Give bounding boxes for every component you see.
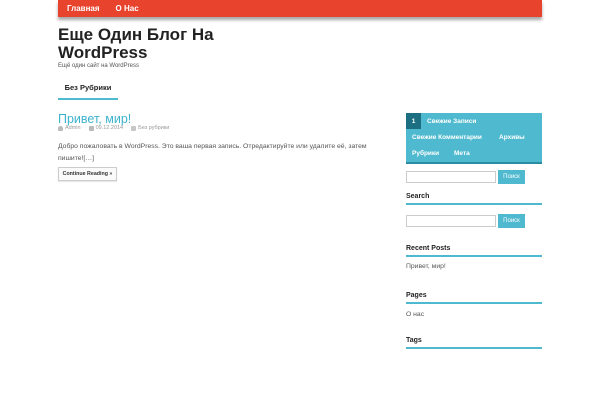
sidebar-tabs: 1 Свежие Записи Свежие Комментарии Архив… [406,113,542,162]
search-input-2[interactable] [406,215,496,227]
post-date: 09.12.2014 [95,125,124,131]
search-button-1[interactable]: Поиск [498,170,525,184]
widget-title-tags: Tags [406,337,542,349]
folder-icon [131,125,137,131]
nav-home-link[interactable]: Главная [58,0,107,17]
post-category[interactable]: Без рубрики [138,125,169,131]
widget-title-recent-posts: Recent Posts [406,245,542,257]
search-input-1[interactable] [406,171,496,183]
user-icon [58,125,63,131]
tab-meta[interactable]: Мета [454,145,470,162]
tab-archives[interactable]: Архивы [499,129,525,146]
post-meta: Admin 09.12.2014 Без рубрики [58,125,169,131]
site-tagline: Ещё один сайт на WordPress [58,63,139,69]
tab-recent-comments[interactable]: Свежие Комментарии [412,129,482,146]
calendar-icon [88,125,94,131]
page-link-about[interactable]: О нас [406,311,424,318]
site-title[interactable]: Еще Один Блог На WordPress [58,26,258,62]
top-navigation: Главная О Нас [58,0,542,17]
post-author[interactable]: Admin [65,125,81,131]
nav-about-link[interactable]: О Нас [107,0,146,17]
search-button-2[interactable]: Поиск [498,214,525,228]
continue-reading-button[interactable]: Continue Reading » [58,167,117,181]
category-nav-item[interactable]: Без Рубрики [58,82,118,100]
tab-categories[interactable]: Рубрики [412,145,439,162]
tab-recent-posts[interactable]: Свежие Записи [427,113,476,130]
post-excerpt: Добро пожаловать в WordPress. Это ваша п… [58,143,367,162]
widget-title-pages: Pages [406,292,542,304]
recent-post-link[interactable]: Привет, мир! [406,263,446,270]
tab-number-1[interactable]: 1 [406,113,421,129]
post-title[interactable]: Привет, мир! [58,112,131,126]
widget-title-search: Search [406,193,542,205]
tabs-underline [406,162,542,164]
